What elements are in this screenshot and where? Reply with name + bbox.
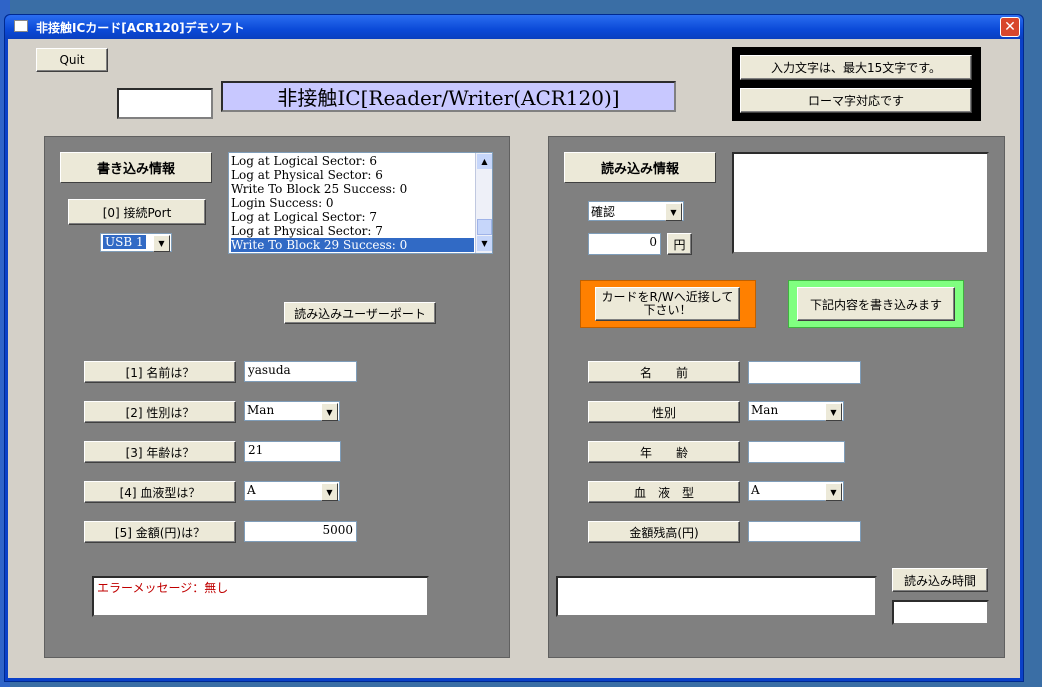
chevron-down-icon[interactable]: ▼ [321, 403, 338, 421]
name-input[interactable]: yasuda [244, 361, 357, 382]
banner-title: 非接触IC[Reader/Writer(ACR120)] [221, 81, 676, 112]
log-listbox[interactable]: Log at Logical Sector: 6 Log at Physical… [228, 152, 493, 254]
list-item[interactable]: Write To Block 25 Success: 0 [231, 182, 407, 196]
chevron-down-icon[interactable]: ▼ [825, 403, 842, 421]
list-item-selected[interactable]: Write To Block 29 Success: 0 [231, 238, 474, 252]
scroll-up-icon[interactable]: ▲ [477, 154, 492, 169]
read-name-field[interactable] [748, 361, 861, 384]
port-select[interactable]: USB 1 ▼ [100, 233, 172, 252]
read-age-field[interactable] [748, 441, 845, 463]
scroll-down-icon[interactable]: ▼ [477, 236, 492, 251]
gender-label: [2] 性別は？ [84, 401, 236, 423]
read-time-field [892, 600, 989, 625]
connect-port-button[interactable]: [0] 接続Port [68, 199, 206, 225]
read-blood-type-label: 血 液 型 [588, 481, 740, 503]
yen-label: 円 [667, 233, 692, 255]
blood-type-select[interactable]: A ▼ [244, 481, 340, 501]
approach-card-button[interactable]: カードをR/Wへ近接して下さい！ [595, 287, 740, 321]
read-blood-type-select[interactable]: A ▼ [748, 481, 844, 501]
list-item[interactable]: Log at Logical Sector: 7 [231, 210, 377, 224]
list-item[interactable]: Log at Physical Sector: 6 [231, 168, 383, 182]
blood-type-label: [4] 血液型は？ [84, 481, 236, 503]
read-message-box [556, 576, 877, 617]
read-user-support-button[interactable]: 読み込みユーザーポート [284, 302, 436, 324]
max-chars-info-button[interactable]: 入力文字は、最大15文字です。 [740, 55, 972, 80]
read-name-label: 名 前 [588, 361, 740, 383]
read-gender-select-value: Man [751, 403, 779, 417]
amount-label: [5] 金額(円)は？ [84, 521, 236, 543]
list-item[interactable]: Log at Physical Sector: 7 [231, 224, 383, 238]
read-blood-type-select-value: A [751, 483, 760, 497]
app-icon [14, 20, 28, 32]
write-contents-button[interactable]: 下記内容を書き込みます [797, 287, 955, 321]
quit-button[interactable]: Quit [36, 48, 108, 72]
read-amount-input[interactable]: 0 [588, 233, 661, 255]
port-select-value: USB 1 [103, 235, 146, 249]
gender-select-value: Man [247, 403, 275, 417]
read-info-header: 読み込み情報 [564, 152, 716, 183]
list-item[interactable]: Login Success: 0 [231, 196, 334, 210]
list-item[interactable]: Log at Logical Sector: 6 [231, 154, 377, 168]
top-small-input[interactable] [117, 88, 213, 119]
read-info-box [732, 152, 989, 254]
confirm-select-value: 確認 [591, 205, 616, 219]
chevron-down-icon[interactable]: ▼ [665, 203, 682, 221]
write-info-header: 書き込み情報 [60, 152, 212, 183]
chevron-down-icon[interactable]: ▼ [321, 483, 338, 501]
age-input[interactable]: 21 [244, 441, 341, 462]
error-message-box: エラーメッセージ：無し [92, 576, 429, 617]
chevron-down-icon[interactable]: ▼ [825, 483, 842, 501]
name-label: [1] 名前は？ [84, 361, 236, 383]
read-gender-select[interactable]: Man ▼ [748, 401, 844, 421]
age-label: [3] 年齢は？ [84, 441, 236, 463]
balance-field[interactable] [748, 521, 861, 542]
gender-select[interactable]: Man ▼ [244, 401, 340, 421]
window-title: 非接触ICカード[ACR120]デモソフト [36, 21, 245, 35]
amount-input[interactable]: 5000 [244, 521, 357, 542]
romaji-info-button[interactable]: ローマ字対応です [740, 88, 972, 113]
blood-type-select-value: A [247, 483, 256, 497]
balance-label: 金額残高(円) [588, 521, 740, 543]
log-scrollbar[interactable]: ▲ ▼ [475, 153, 492, 253]
read-gender-label: 性別 [588, 401, 740, 423]
chevron-down-icon[interactable]: ▼ [153, 235, 170, 252]
read-time-button[interactable]: 読み込み時間 [892, 568, 988, 592]
read-age-label: 年 齢 [588, 441, 740, 463]
scroll-thumb[interactable] [477, 219, 492, 235]
close-button[interactable]: ✕ [1000, 17, 1020, 37]
confirm-select[interactable]: 確認 ▼ [588, 201, 684, 221]
